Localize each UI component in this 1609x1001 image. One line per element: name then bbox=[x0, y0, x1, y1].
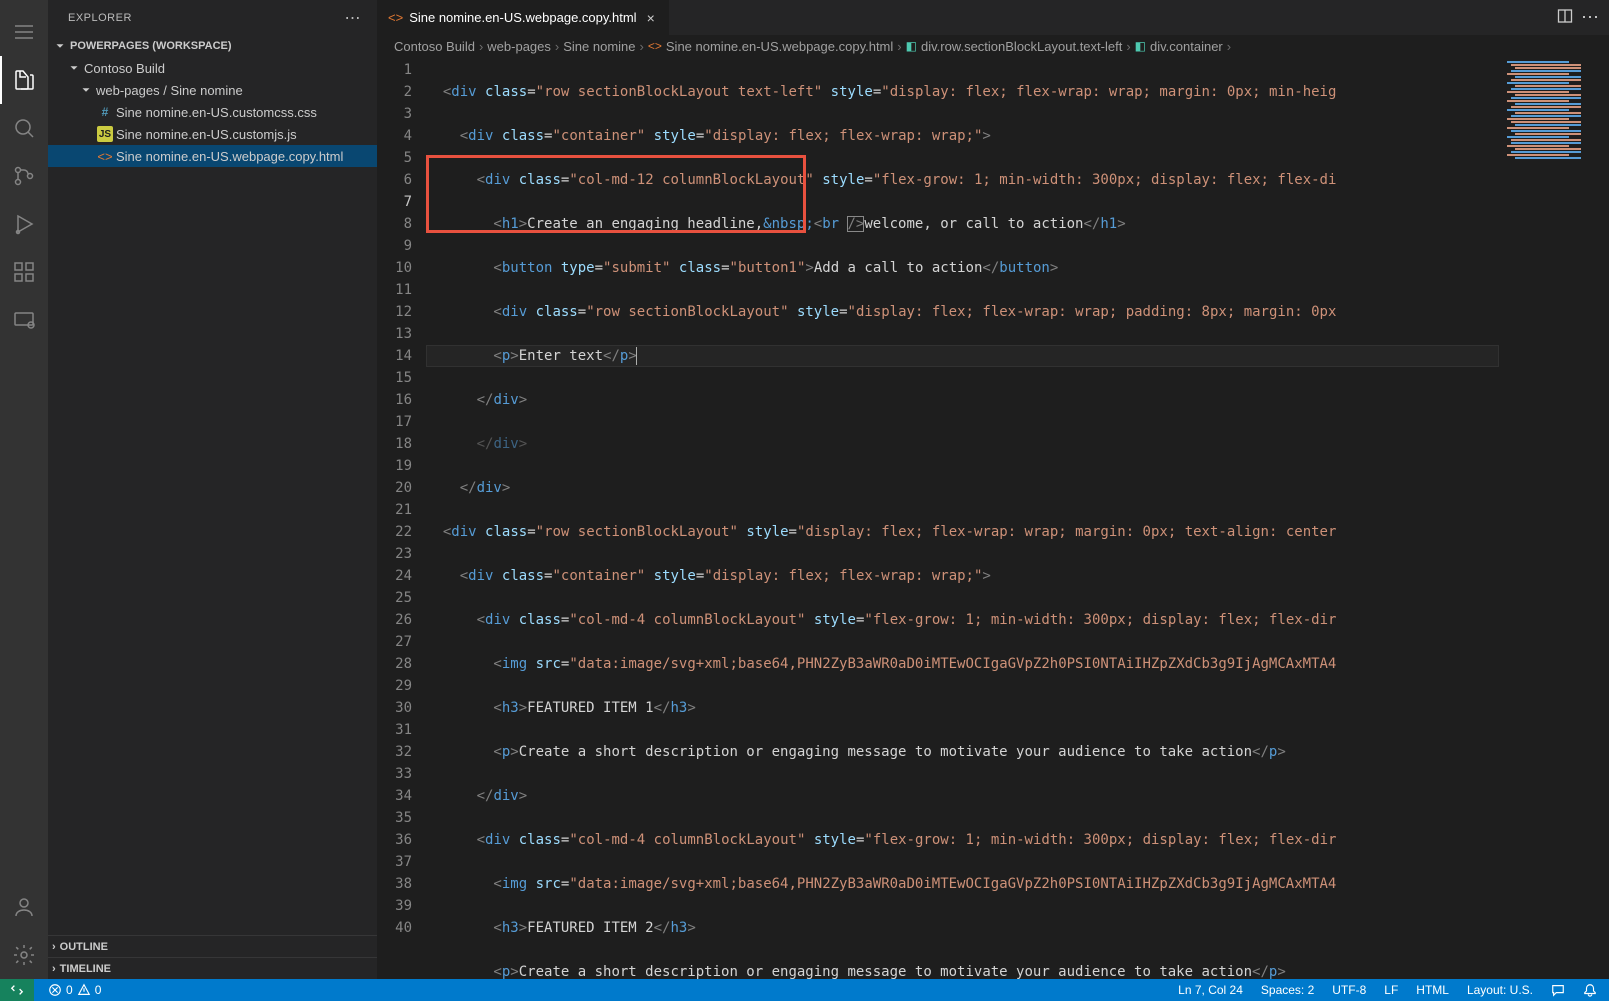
status-encoding[interactable]: UTF-8 bbox=[1328, 983, 1370, 997]
status-language[interactable]: HTML bbox=[1412, 983, 1453, 997]
tree-folder-root[interactable]: Contoso Build bbox=[48, 57, 377, 79]
line-gutter: 1 2 3 4 5 6 7 8 9 10 11 12 13 14 15 16 1 bbox=[378, 57, 426, 979]
chevron-down-icon bbox=[78, 82, 94, 98]
tree-file-css[interactable]: # Sine nomine.en-US.customcss.css bbox=[48, 101, 377, 123]
html-file-icon: <> bbox=[97, 149, 112, 164]
chevron-right-icon: › bbox=[52, 941, 56, 953]
menu-icon[interactable] bbox=[0, 8, 48, 56]
chevron-down-icon bbox=[52, 38, 68, 54]
settings-gear-icon[interactable] bbox=[0, 931, 48, 979]
status-line-col[interactable]: Ln 7, Col 24 bbox=[1174, 983, 1247, 997]
editor[interactable]: 1 2 3 4 5 6 7 8 9 10 11 12 13 14 15 16 1 bbox=[378, 57, 1609, 979]
timeline-section[interactable]: › TIMELINE bbox=[48, 957, 377, 979]
outline-section[interactable]: › OUTLINE bbox=[48, 935, 377, 957]
tab-active[interactable]: <> Sine nomine.en-US.webpage.copy.html × bbox=[378, 0, 670, 35]
status-eol[interactable]: LF bbox=[1380, 983, 1402, 997]
status-layout[interactable]: Layout: U.S. bbox=[1463, 983, 1537, 997]
div-symbol-icon: ◧ bbox=[1135, 39, 1146, 53]
tree-folder-webpages[interactable]: web-pages / Sine nomine bbox=[48, 79, 377, 101]
feedback-icon[interactable] bbox=[1547, 983, 1569, 997]
div-symbol-icon: ◧ bbox=[906, 39, 917, 53]
source-control-icon[interactable] bbox=[0, 152, 48, 200]
css-file-icon: # bbox=[102, 105, 109, 119]
explorer-more-icon[interactable]: ⋯ bbox=[345, 8, 362, 28]
split-editor-icon[interactable] bbox=[1557, 8, 1573, 27]
explorer-icon[interactable] bbox=[0, 56, 48, 104]
js-file-icon: JS bbox=[97, 126, 113, 142]
notifications-icon[interactable] bbox=[1579, 983, 1601, 997]
status-spaces[interactable]: Spaces: 2 bbox=[1257, 983, 1318, 997]
minimap[interactable] bbox=[1499, 57, 1595, 979]
activity-bar bbox=[0, 0, 48, 979]
run-debug-icon[interactable] bbox=[0, 200, 48, 248]
remote-explorer-icon[interactable] bbox=[0, 296, 48, 344]
code-area[interactable]: <div class="row sectionBlockLayout text-… bbox=[426, 57, 1499, 979]
tree-file-html[interactable]: <> Sine nomine.en-US.webpage.copy.html bbox=[48, 145, 377, 167]
accounts-icon[interactable] bbox=[0, 883, 48, 931]
vertical-scrollbar[interactable] bbox=[1595, 57, 1609, 979]
errors-warnings[interactable]: 0 0 bbox=[44, 983, 105, 997]
tab-bar: <> Sine nomine.en-US.webpage.copy.html ×… bbox=[378, 0, 1609, 35]
extensions-icon[interactable] bbox=[0, 248, 48, 296]
remote-indicator[interactable] bbox=[0, 979, 34, 1001]
explorer-title: EXPLORER bbox=[68, 12, 132, 24]
status-bar: 0 0 Ln 7, Col 24 Spaces: 2 UTF-8 LF HTML… bbox=[0, 979, 1609, 1001]
sidebar: EXPLORER ⋯ POWERPAGES (WORKSPACE) Contos… bbox=[48, 0, 378, 979]
html-file-icon: <> bbox=[648, 39, 662, 53]
search-activity-icon[interactable] bbox=[0, 104, 48, 152]
workspace-section[interactable]: POWERPAGES (WORKSPACE) bbox=[48, 35, 377, 57]
chevron-down-icon bbox=[66, 60, 82, 76]
tree-file-js[interactable]: JS Sine nomine.en-US.customjs.js bbox=[48, 123, 377, 145]
chevron-right-icon: › bbox=[52, 963, 56, 975]
html-file-icon: <> bbox=[388, 10, 403, 25]
more-actions-icon[interactable]: ⋯ bbox=[1581, 7, 1599, 28]
close-icon[interactable]: × bbox=[643, 10, 659, 26]
breadcrumbs[interactable]: Contoso Build › web-pages › Sine nomine … bbox=[378, 35, 1609, 57]
